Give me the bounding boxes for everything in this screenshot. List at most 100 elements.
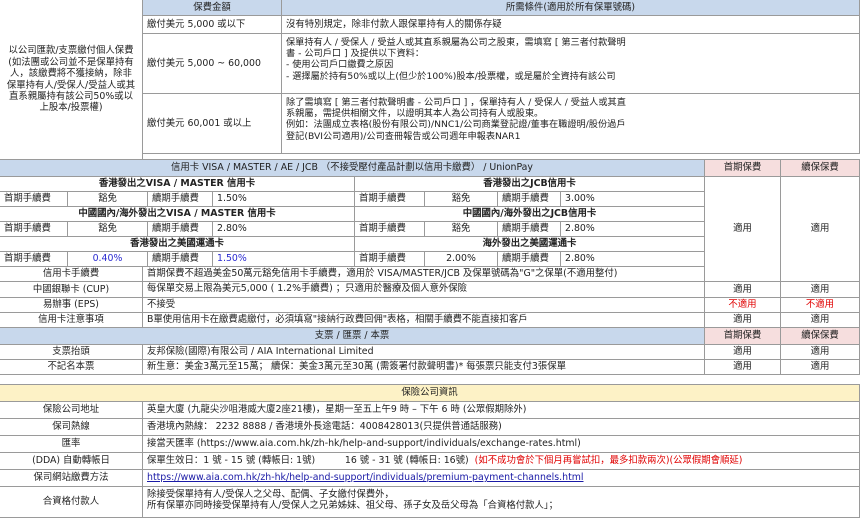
company-address-label: 保險公司地址 <box>0 402 143 419</box>
condition-tier-2-line: - 選擇屬於持有50%或以上(但少於100%)股本/投票權，或是屬於全資持有該公… <box>286 70 616 82</box>
eps-first-premium: 不適用 <box>705 298 781 313</box>
hk-visa-first-fee-value: 豁免 <box>68 192 148 207</box>
condition-tier-3-line: 系親屬，需提供相關文件，以證明其本人為公司持有人或股東。 <box>286 108 544 120</box>
hk-jcb-renewal-fee-label: 續期手續費 <box>498 192 561 207</box>
dda-schedule: 保單生效日：1 號 - 15 號 (轉帳日: 1號) 16 號 - 31 號 (… <box>147 455 469 467</box>
card-fee-label: 信用卡手續費 <box>0 267 143 282</box>
website-payment-cell: https://www.aia.com.hk/zh-hk/help-and-su… <box>143 470 860 487</box>
cheque-payee-label: 支票抬頭 <box>0 345 143 360</box>
condition-tier-2-line: 書 - 公司戶口 ] 及提供以下資料： <box>286 48 425 60</box>
bearer-draft-first: 適用 <box>705 360 781 375</box>
cup-first-premium: 適用 <box>705 282 781 298</box>
card-notes-label: 信用卡注意事項 <box>0 313 143 328</box>
hk-visa-renewal-fee-label: 續期手續費 <box>148 192 213 207</box>
exchange-rate-text: 接當天匯率 (https://www.aia.com.hk/zh-hk/help… <box>143 436 860 453</box>
cheque-header: 支票 / 匯票 / 本票 <box>0 328 705 345</box>
hk-amex-title: 香港發出之美國運通卡 <box>0 237 355 252</box>
exchange-rate-prefix: 接當天匯率 ( <box>147 438 201 450</box>
hotline-text: 香港境內熱線： 2232 8888 / 香港境外長途電話：4008428013(… <box>143 419 860 436</box>
eligible-payer-line: 所有保單亦同時接受保單持有人/受保人之兄弟姊妹、祖父母、孫子女及岳父母為「合資格… <box>147 500 558 512</box>
first-premium-header: 首期保費 <box>705 160 781 177</box>
cup-text: 每保單交易上限為美元5,000 ( 1.2%手續費) ；只適用於醫療及個人意外保… <box>143 282 705 298</box>
premium-amount-header: 保費金額 <box>143 0 282 16</box>
card-notes-renewal-premium: 適用 <box>781 313 860 328</box>
card-notes-text: B單使用信用卡在繳費處繳付，必須填寫"接納行政費回佣"表格，相關手續費不能直接扣… <box>143 313 705 328</box>
cn-visa-renewal-fee-value: 2.80% <box>213 222 355 237</box>
cup-renewal-premium: 適用 <box>781 282 860 298</box>
hk-amex-renewal-fee-value: 1.50% <box>213 252 355 267</box>
cheque-payee-text: 友邦保險(國際)有限公司 / AIA International Limited <box>143 345 705 360</box>
hk-amex-renewal-fee-label: 續期手續費 <box>148 252 213 267</box>
eligible-payer-line: 除接受保單持有人/受保人之父母、配偶、子女繳付保費外， <box>147 489 394 500</box>
cn-jcb-title: 中國國內/海外發出之JCB信用卡 <box>355 207 705 222</box>
bearer-draft-label: 不記名本票 <box>0 360 143 375</box>
os-amex-renewal-fee-label: 續期手續費 <box>498 252 561 267</box>
amount-tier-1: 繳付美元 5,000 或以下 <box>143 16 282 34</box>
required-conditions-header: 所需條件(適用於所有保單號碼) <box>282 0 860 16</box>
hk-jcb-title: 香港發出之JCB信用卡 <box>355 177 705 192</box>
cheque-payee-renew: 適用 <box>781 345 860 360</box>
overseas-amex-title: 海外發出之美國運通卡 <box>355 237 705 252</box>
amount-tier-3: 繳付美元 60,001 或以上 <box>143 94 282 154</box>
eps-renewal-premium: 不適用 <box>781 298 860 313</box>
credit-card-header: 信用卡 VISA / MASTER / AE / JCB （不接受壓付產品計劃以… <box>0 160 705 177</box>
condition-tier-3: 除了需填寫 [ 第三者付款聲明書 - 公司戶口 ] ，保單持有人 / 受保人 /… <box>282 94 860 154</box>
exchange-rate-link[interactable]: https://www.aia.com.hk/zh-hk/help-and-su… <box>201 438 578 449</box>
company-remittance-description: 以公司匯款/支票繳付個人保費 (如法團或公司並不是保單持有人，該繳費將不獲接納，… <box>0 0 143 160</box>
hk-jcb-first-fee-value: 豁免 <box>425 192 498 207</box>
cn-visa-renewal-fee-label: 續期手續費 <box>148 222 213 237</box>
hk-visa-renewal-fee-value: 1.50% <box>213 192 355 207</box>
cn-visa-first-fee-label: 首期手續費 <box>0 222 68 237</box>
cn-jcb-renewal-fee-value: 2.80% <box>561 222 705 237</box>
hk-jcb-first-fee-label: 首期手續費 <box>355 192 425 207</box>
eligible-payer-text: 除接受保單持有人/受保人之父母、配偶、子女繳付保費外， 所有保單亦同時接受保單持… <box>143 487 860 518</box>
condition-tier-3-line: 登記(BVI公司適用)/公司查冊報告或公司週年申報表NAR1 <box>286 130 521 142</box>
exchange-rate-suffix: ) <box>577 438 581 450</box>
os-amex-renewal-fee-value: 2.80% <box>561 252 705 267</box>
os-amex-first-fee-value: 2.00% <box>425 252 498 267</box>
website-payment-label: 保司網站繳費方法 <box>0 470 143 487</box>
hk-jcb-renewal-fee-value: 3.00% <box>561 192 705 207</box>
cheque-renewal-premium-header: 續保保費 <box>781 328 860 345</box>
card-fee-text: 首期保費不超過美金50萬元豁免信用卡手續費，適用於 VISA/MASTER/JC… <box>143 267 705 282</box>
website-payment-link[interactable]: https://www.aia.com.hk/zh-hk/help-and-su… <box>147 472 584 483</box>
hk-visa-first-fee-label: 首期手續費 <box>0 192 68 207</box>
hotline-label: 保司熱線 <box>0 419 143 436</box>
dda-text: 保單生效日：1 號 - 15 號 (轉帳日: 1號) 16 號 - 31 號 (… <box>143 453 860 470</box>
company-info-header: 保險公司資訊 <box>0 385 860 402</box>
condition-tier-2-line: 保單持有人 / 受保人 / 受益人或其直系親屬為公司之股東，需填寫 [ 第三者付… <box>286 37 626 48</box>
dda-note: (如不成功會於下個月再嘗試扣，最多扣款兩次)(公眾假期會順延) <box>474 455 743 467</box>
payment-info-sheet: 以公司匯款/支票繳付個人保費 (如法團或公司並不是保單持有人，該繳費將不獲接納，… <box>0 0 860 518</box>
exchange-rate-label: 匯率 <box>0 436 143 453</box>
condition-tier-1: 沒有特別規定，除非付款人跟保單持有人的關係存疑 <box>282 16 860 34</box>
bearer-draft-text: 新生意：美金3萬元至15萬； 續保：美金3萬元至30萬 (需簽署付款聲明書)* … <box>143 360 705 375</box>
cn-jcb-renewal-fee-label: 續期手續費 <box>498 222 561 237</box>
cup-label: 中國銀聯卡 (CUP) <box>0 282 143 298</box>
hk-amex-first-fee-label: 首期手續費 <box>0 252 68 267</box>
amount-tier-2: 繳付美元 5,000 ~ 60,000 <box>143 34 282 94</box>
bearer-draft-renew: 適用 <box>781 360 860 375</box>
dda-label: (DDA) 自動轉帳日 <box>0 453 143 470</box>
hk-visa-master-title: 香港發出之VISA / MASTER 信用卡 <box>0 177 355 192</box>
cn-visa-first-fee-value: 豁免 <box>68 222 148 237</box>
cheque-first-premium-header: 首期保費 <box>705 328 781 345</box>
hk-amex-first-fee-value: 0.40% <box>68 252 148 267</box>
cards-first-premium-applicable: 適用 <box>705 177 781 282</box>
os-amex-first-fee-label: 首期手續費 <box>355 252 425 267</box>
company-address: 英皇大廈 (九龍尖沙咀港威大廈2座21樓)，星期一至五上午9 時 – 下午 6 … <box>143 402 860 419</box>
cn-jcb-first-fee-value: 豁免 <box>425 222 498 237</box>
cards-renewal-premium-applicable: 適用 <box>781 177 860 282</box>
cn-visa-master-title: 中國國內/海外發出之VISA / MASTER 信用卡 <box>0 207 355 222</box>
eps-text: 不接受 <box>143 298 705 313</box>
condition-tier-3-line: 例如：法團成立表格(股份有限公司)/NNC1/公司商業登記證/董事在職證明/股份… <box>286 119 626 131</box>
condition-tier-2-line: - 使用公司戶口繳費之原因 <box>286 59 394 71</box>
eps-label: 易辦事 (EPS) <box>0 298 143 313</box>
condition-tier-3-line: 除了需填寫 [ 第三者付款聲明書 - 公司戶口 ] ，保單持有人 / 受保人 /… <box>286 97 626 108</box>
renewal-premium-header: 續保保費 <box>781 160 860 177</box>
cn-jcb-first-fee-label: 首期手續費 <box>355 222 425 237</box>
condition-tier-2: 保單持有人 / 受保人 / 受益人或其直系親屬為公司之股東，需填寫 [ 第三者付… <box>282 34 860 94</box>
spacer-row <box>0 375 860 385</box>
eligible-payer-label: 合資格付款人 <box>0 487 143 518</box>
cheque-payee-first: 適用 <box>705 345 781 360</box>
card-notes-first-premium: 適用 <box>705 313 781 328</box>
